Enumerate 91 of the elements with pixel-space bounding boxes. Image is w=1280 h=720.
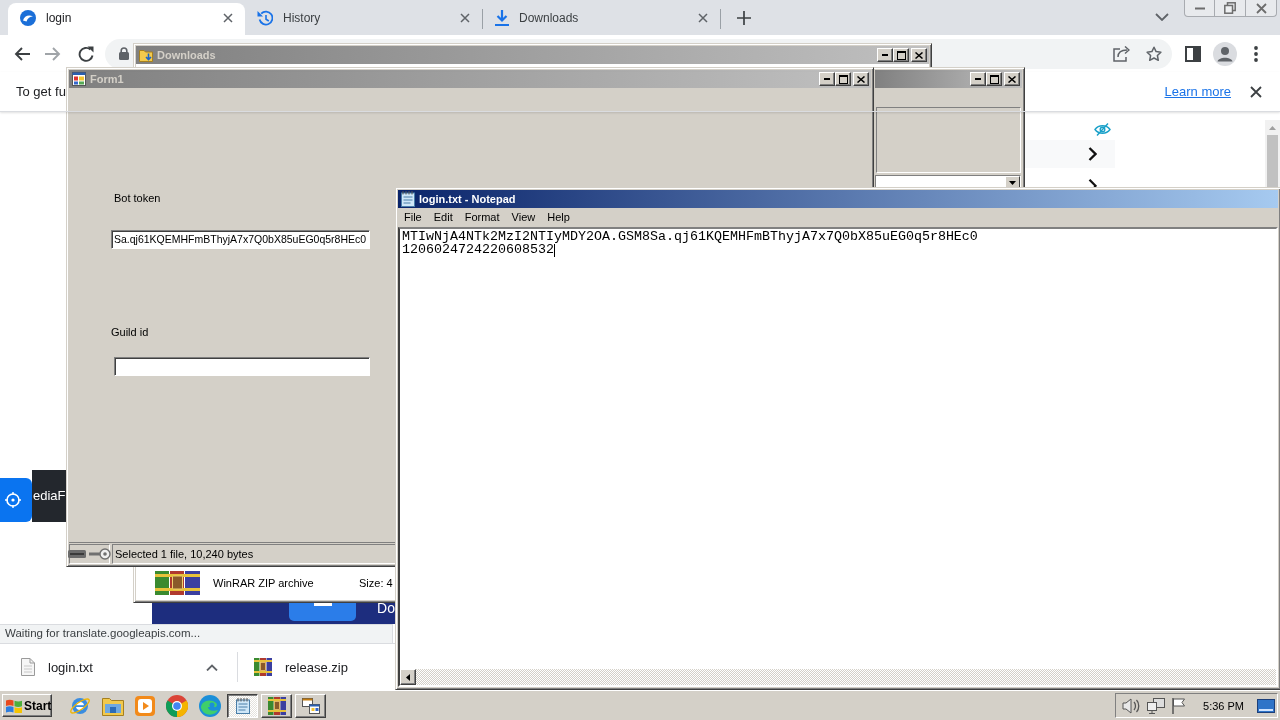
floating-button[interactable] — [0, 478, 32, 522]
archive-icon — [254, 658, 272, 676]
menu-item[interactable]: Format — [458, 209, 506, 226]
chevron-right-icon[interactable] — [1088, 147, 1097, 161]
new-tab-icon[interactable] — [737, 11, 751, 25]
field-label: Guild id — [111, 326, 149, 339]
maximize-icon — [989, 74, 999, 84]
maximize-icon — [896, 50, 906, 60]
window-title: Downloads — [157, 49, 217, 61]
maximize-button[interactable] — [835, 72, 851, 86]
lock-icon[interactable] — [119, 47, 129, 60]
app-icon — [301, 697, 320, 714]
minimize-icon — [1194, 6, 1205, 10]
file-type: WinRAR ZIP archive — [213, 576, 315, 589]
document-icon — [21, 658, 35, 676]
archive-icon — [267, 696, 286, 715]
close-icon — [915, 51, 923, 59]
star-icon[interactable] — [1146, 45, 1162, 62]
restore-icon — [1224, 2, 1236, 14]
dropdown-arrow-icon — [1009, 181, 1016, 185]
close-icon[interactable] — [223, 12, 233, 23]
minimize-icon — [882, 54, 888, 56]
menu-icon[interactable] — [1254, 45, 1258, 62]
browser-icon[interactable] — [166, 694, 188, 717]
app-icon — [72, 72, 86, 86]
flag-icon[interactable] — [1172, 697, 1187, 714]
input-field[interactable]: Sa.qj61KQEMHFmBThyjA7x7Q0bX85uEG0q5r8HEc0 — [111, 230, 370, 249]
banner-text: Do — [377, 600, 395, 617]
history-icon — [257, 9, 273, 26]
eye-icon[interactable] — [1094, 123, 1111, 136]
speaker-icon[interactable] — [1122, 697, 1141, 714]
chevron-down-icon[interactable] — [1155, 13, 1169, 21]
scrollbar-thumb[interactable] — [1267, 135, 1278, 187]
maximize-button[interactable] — [986, 72, 1002, 86]
menu-item[interactable]: File — [398, 209, 428, 226]
tab[interactable]: login — [8, 3, 245, 35]
reload-icon[interactable] — [78, 45, 94, 62]
minimize-icon — [824, 78, 830, 80]
bar-icon — [313, 603, 332, 606]
close-icon — [1255, 2, 1267, 14]
close-icon — [857, 75, 865, 83]
chevron-right-icon[interactable] — [1088, 179, 1097, 187]
menu-item[interactable]: Edit — [427, 209, 459, 226]
desktop-icon[interactable] — [1257, 698, 1275, 713]
restore-button[interactable] — [1215, 0, 1246, 17]
info-text: To get fu — [16, 84, 66, 99]
notepad-icon — [235, 697, 250, 714]
close-icon — [1008, 75, 1016, 83]
chevron-up-icon[interactable] — [206, 663, 218, 671]
share-icon[interactable] — [1113, 45, 1130, 62]
learn-more-link[interactable]: Learn more — [1164, 84, 1231, 99]
field-label: Bot token — [114, 192, 161, 205]
download-item[interactable]: login.txt — [0, 644, 237, 690]
tab[interactable]: History — [245, 3, 482, 35]
input-field[interactable] — [114, 357, 370, 376]
download-icon — [495, 9, 509, 26]
drive-icon — [68, 550, 86, 558]
scroll-left-button[interactable] — [400, 669, 416, 685]
taskbar-button[interactable] — [227, 693, 258, 718]
widget-button[interactable]: ediaF — [32, 470, 66, 522]
archive-icon — [155, 570, 200, 595]
start-button[interactable]: Start — [2, 694, 52, 717]
target-icon — [5, 492, 21, 508]
key-icon — [89, 548, 111, 560]
folder-icon[interactable] — [102, 695, 124, 716]
maximize-button[interactable] — [893, 48, 909, 62]
close-icon[interactable] — [460, 12, 470, 23]
clock: 5:36 PM — [1203, 699, 1244, 712]
menu-item[interactable]: View — [505, 209, 542, 226]
download-item[interactable]: release.zip — [238, 644, 394, 690]
window-title: Form1 — [90, 73, 125, 85]
window-title: login.txt - Notepad — [419, 193, 517, 205]
status-text: Selected 1 file, 10,240 bytes — [115, 548, 254, 560]
network-icon[interactable] — [1147, 697, 1166, 714]
notepad-icon — [401, 191, 415, 207]
back-icon[interactable] — [14, 46, 30, 61]
maximize-icon — [838, 74, 848, 84]
logo-icon — [20, 9, 36, 26]
status-bubble: Waiting for translate.googleapis.com... — [0, 624, 393, 643]
text-cursor — [553, 243, 555, 257]
side-panel-icon[interactable] — [1185, 45, 1201, 62]
flag-icon — [6, 698, 22, 713]
file-size: Size: 4 — [359, 576, 393, 589]
folder-icon — [139, 48, 153, 62]
menu-item[interactable]: Help — [541, 209, 576, 226]
tab[interactable]: Downloads — [483, 3, 720, 35]
arrow-left-icon — [406, 673, 410, 681]
close-icon[interactable] — [698, 12, 708, 23]
minimize-icon — [975, 78, 981, 80]
profile-icon[interactable] — [1213, 41, 1237, 66]
close-icon[interactable] — [1250, 85, 1262, 98]
